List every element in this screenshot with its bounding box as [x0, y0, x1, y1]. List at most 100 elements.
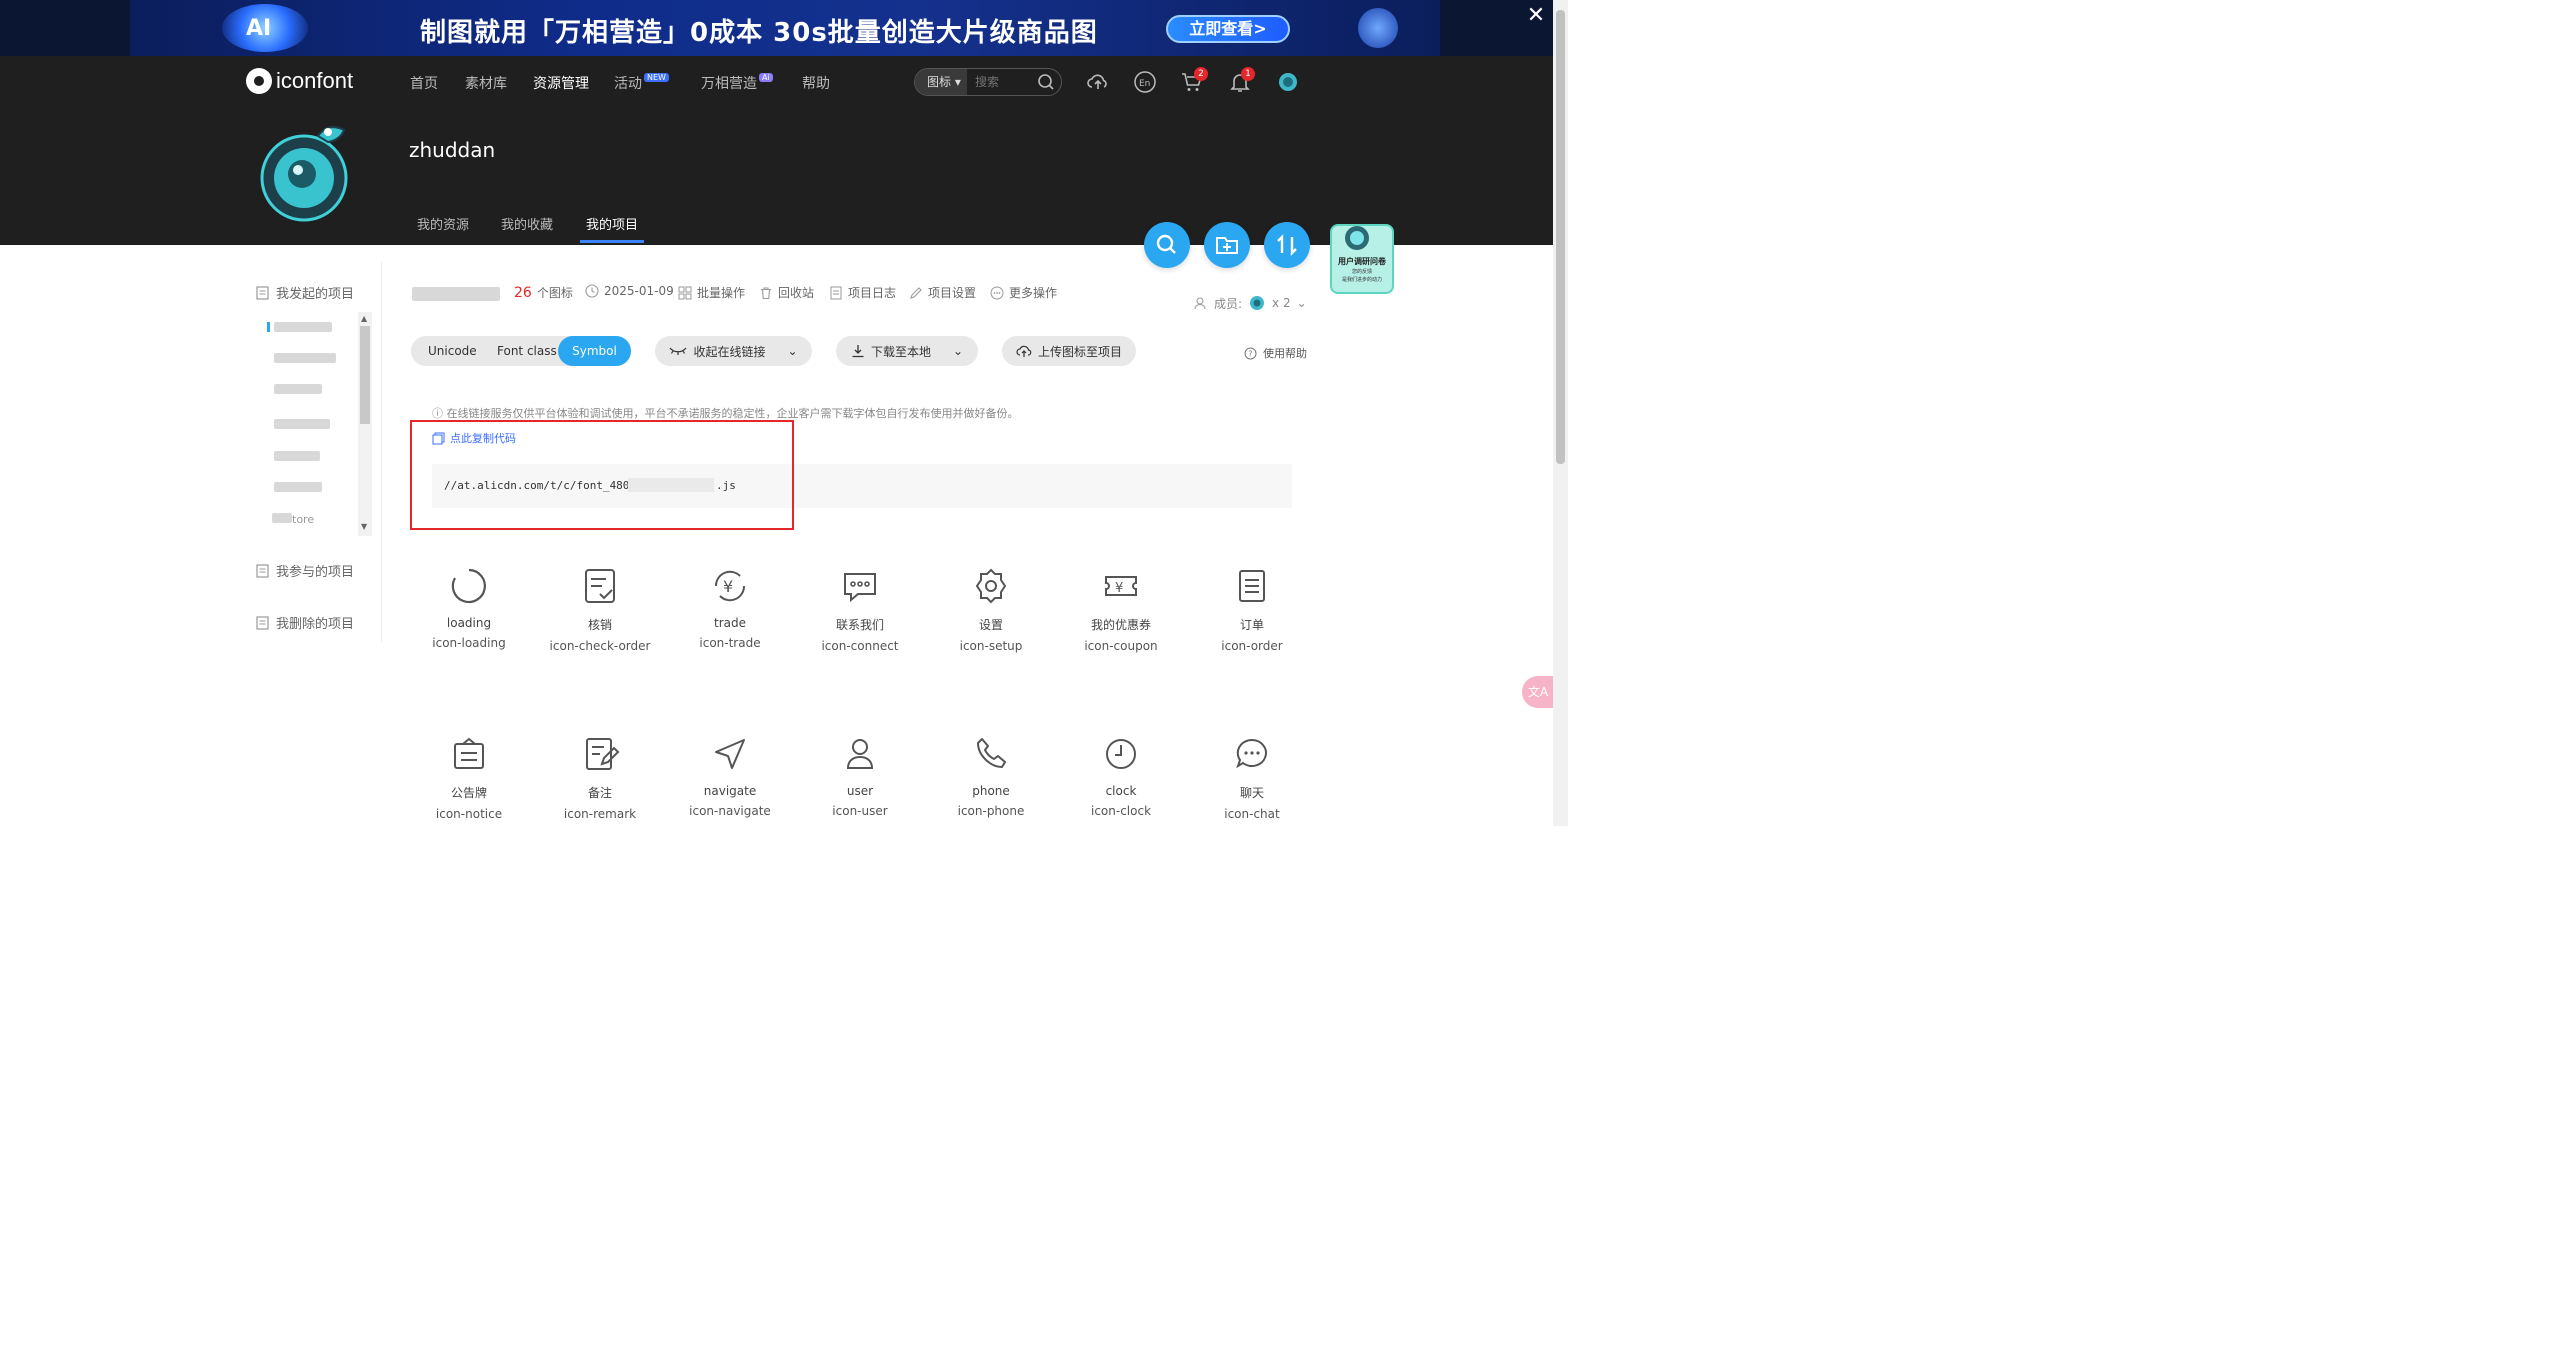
question-icon: ?: [1244, 347, 1257, 359]
coupon-icon: ¥: [1105, 576, 1137, 596]
list-item[interactable]: [274, 482, 322, 492]
icon-code: icon-setup: [959, 639, 1023, 653]
icon-card[interactable]: clock icon-clock: [1056, 734, 1186, 818]
trash-icon: [761, 286, 771, 299]
float-sort-button[interactable]: [1264, 222, 1310, 268]
nav-help[interactable]: 帮助: [802, 73, 830, 93]
nav-home[interactable]: 首页: [410, 73, 438, 93]
list-item[interactable]: [274, 384, 322, 394]
nav-resources[interactable]: 资源管理: [533, 73, 589, 93]
list-item[interactable]: tore: [272, 513, 314, 526]
icon-name: 核销: [587, 618, 612, 632]
project-settings-button[interactable]: 项目设置: [909, 284, 976, 301]
icon-name: navigate: [703, 784, 757, 798]
page-scrollbar[interactable]: [1553, 0, 1568, 826]
icon-card[interactable]: 公告牌 icon-notice: [404, 734, 534, 821]
tab-my-resources[interactable]: 我的资源: [417, 214, 469, 233]
tab-my-projects[interactable]: 我的项目: [586, 214, 638, 233]
search-input[interactable]: [975, 75, 1037, 89]
scroll-thumb[interactable]: [360, 326, 370, 424]
project-members[interactable]: 成员: x 2 ⌄: [1194, 294, 1307, 312]
eye-closed-icon: [669, 347, 687, 355]
nav-wanxiang[interactable]: 万相营造 Ai: [701, 73, 773, 93]
remark-icon: [586, 738, 620, 770]
list-item[interactable]: [274, 322, 332, 332]
icon-card[interactable]: navigate icon-navigate: [665, 734, 795, 818]
setup-icon: [975, 568, 1007, 604]
navigate-icon: [715, 739, 745, 769]
tab-symbol[interactable]: Symbol: [558, 336, 631, 366]
more-operations-button[interactable]: 更多操作: [990, 284, 1057, 301]
chat-icon: [1236, 738, 1267, 769]
list-item[interactable]: [274, 419, 330, 429]
sort-arrows-icon: [1277, 234, 1297, 256]
nav-library[interactable]: 素材库: [465, 73, 507, 93]
float-search-button[interactable]: [1144, 222, 1190, 268]
upload-icons-button[interactable]: 上传图标至项目: [1002, 336, 1136, 366]
icon-card[interactable]: 核销 icon-check-order: [535, 566, 665, 653]
project-list-icon: [256, 615, 269, 630]
icon-card[interactable]: user icon-user: [795, 734, 925, 818]
search-type-select[interactable]: 图标 ▾: [915, 69, 967, 95]
survey-widget[interactable]: 用户调研问卷 您的反馈 是我们进步的动力: [1330, 224, 1394, 294]
tab-unicode[interactable]: Unicode: [428, 336, 477, 366]
search-box: 图标 ▾: [914, 68, 1062, 96]
list-item[interactable]: [274, 353, 336, 363]
close-icon[interactable]: ✕: [1524, 4, 1548, 28]
survey-title: 用户调研问卷: [1338, 257, 1386, 266]
download-button[interactable]: 下载至本地 ⌄: [836, 336, 978, 366]
icon-code: icon-loading: [432, 636, 506, 650]
sidebar-started-projects[interactable]: 我发起的项目: [256, 283, 354, 302]
project-log-button[interactable]: 项目日志: [829, 284, 896, 301]
search-icon[interactable]: [1037, 73, 1055, 91]
help-link[interactable]: ? 使用帮助: [1244, 345, 1307, 361]
tab-my-favorites[interactable]: 我的收藏: [501, 214, 553, 233]
icon-card[interactable]: 聊天 icon-chat: [1187, 734, 1317, 821]
batch-operation-button[interactable]: 批量操作: [678, 284, 745, 301]
icon-name: 公告牌: [450, 786, 487, 800]
sidebar-deleted-label: 我删除的项目: [276, 617, 355, 632]
sidebar-joined-projects[interactable]: 我参与的项目: [256, 561, 354, 580]
icon-card[interactable]: 联系我们 icon-connect: [795, 566, 925, 653]
project-list-icon: [256, 285, 269, 300]
upload-cloud-icon: [1016, 345, 1032, 357]
user-icon: [846, 739, 874, 769]
scroll-down-icon[interactable]: ▼: [361, 522, 367, 531]
icon-card[interactable]: phone icon-phone: [926, 734, 1056, 818]
list-item[interactable]: [274, 451, 320, 461]
icon-card[interactable]: ¥ 我的优惠券 icon-coupon: [1056, 566, 1186, 653]
icon-card[interactable]: 备注 icon-remark: [535, 734, 665, 821]
icon-card[interactable]: 设置 icon-setup: [926, 566, 1056, 653]
icon-name: user: [846, 784, 874, 798]
nav-activity[interactable]: 活动 NEW: [614, 73, 669, 93]
translate-icon[interactable]: 文A: [1522, 676, 1554, 708]
collapse-link-button[interactable]: 收起在线链接 ⌄: [655, 336, 812, 366]
scroll-up-icon[interactable]: ▲: [361, 314, 367, 323]
svg-text:¥: ¥: [723, 577, 733, 596]
banner-cta-button[interactable]: 立即查看>: [1166, 15, 1290, 43]
collapse-link-label: 收起在线链接: [693, 344, 766, 359]
search-type-label: 图标: [927, 75, 952, 89]
icon-card[interactable]: ¥ trade icon-trade: [665, 566, 795, 650]
float-add-folder-button[interactable]: [1204, 222, 1250, 268]
sidebar-deleted-projects[interactable]: 我删除的项目: [256, 613, 354, 632]
check-order-icon: [585, 569, 615, 603]
icon-card[interactable]: 订单 icon-order: [1187, 566, 1317, 653]
promo-banner[interactable]: AI 制图就用「万相营造」0成本 30s批量创造大片级商品图 立即查看> ✕: [0, 0, 1568, 56]
sidebar-scrollbar[interactable]: ▲ ▼: [358, 312, 372, 536]
user-avatar-icon[interactable]: [1276, 70, 1300, 94]
tab-font-class[interactable]: Font class: [497, 336, 557, 366]
connect-icon: [844, 573, 876, 603]
banner-orb-icon: [1358, 8, 1398, 48]
chevron-down-icon: ⌄: [952, 344, 964, 358]
icon-card[interactable]: loading icon-loading: [404, 566, 534, 650]
page-scroll-thumb[interactable]: [1556, 10, 1565, 464]
survey-line-2: 是我们进步的动力: [1341, 277, 1382, 283]
language-en-icon[interactable]: En: [1133, 70, 1157, 94]
site-logo[interactable]: iconfont: [246, 68, 353, 94]
ai-logo-icon: AI: [222, 4, 308, 52]
help-label: 使用帮助: [1263, 347, 1307, 360]
download-label: 下载至本地: [870, 344, 931, 359]
upload-cloud-icon[interactable]: [1086, 70, 1110, 94]
recycle-bin-button[interactable]: 回收站: [759, 284, 814, 301]
